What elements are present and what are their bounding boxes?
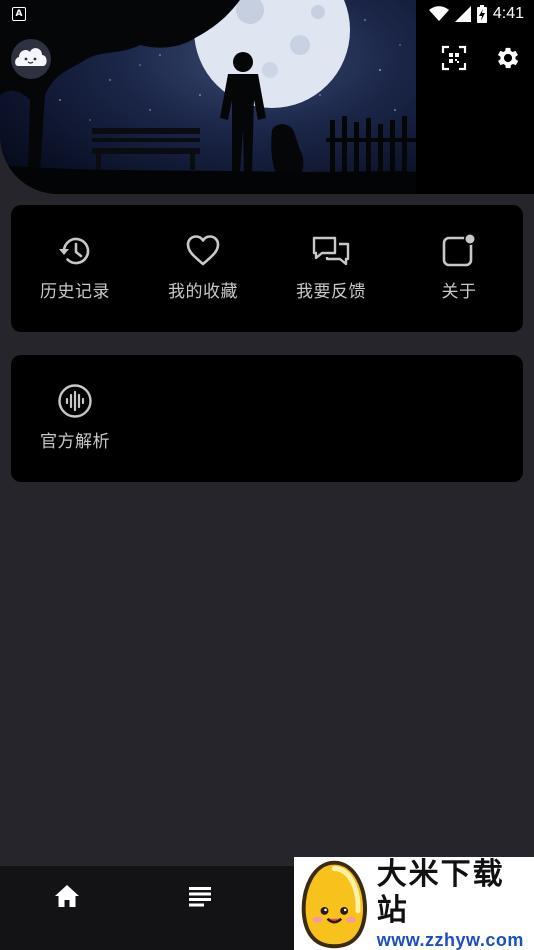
gear-icon xyxy=(497,47,519,69)
official-analysis-label: 官方解析 xyxy=(40,432,110,452)
sound-wave-icon xyxy=(58,384,92,418)
status-bar: A 4:41 xyxy=(0,0,534,28)
header-banner xyxy=(0,0,534,194)
nav-home[interactable] xyxy=(0,866,133,950)
watermark-url: www.zzhyw.com xyxy=(376,929,524,950)
status-right: 4:41 xyxy=(428,5,524,23)
status-time: 4:41 xyxy=(492,5,524,22)
notification-square-icon xyxy=(442,233,476,267)
watermark-title: 大米下载站 xyxy=(376,856,505,928)
about-button[interactable]: 关于 xyxy=(395,205,523,332)
scan-button[interactable] xyxy=(440,44,468,72)
app-root: A 4:41 历史记录 我的收藏 我要反馈 关于 官方解析 大米下载站 www.… xyxy=(0,0,534,950)
tools-row: 官方解析 xyxy=(11,355,523,482)
qr-scan-icon xyxy=(441,45,467,71)
rice-grain-mascot-logo xyxy=(301,860,367,948)
site-watermark: 大米下载站 www.zzhyw.com xyxy=(294,857,534,950)
cloud-avatar-icon xyxy=(11,39,51,79)
avatar[interactable] xyxy=(10,38,52,80)
nav-list[interactable] xyxy=(133,866,266,950)
list-icon xyxy=(188,887,211,907)
shortcut-row: 历史记录 我的收藏 我要反馈 关于 xyxy=(11,205,523,332)
status-left: A xyxy=(12,7,26,21)
app-notification-icon: A xyxy=(12,7,26,21)
favorites-button[interactable]: 我的收藏 xyxy=(139,205,267,332)
wifi-icon xyxy=(428,6,449,21)
battery-charging-icon xyxy=(476,5,487,23)
official-analysis-button[interactable]: 官方解析 xyxy=(11,355,139,482)
settings-button[interactable] xyxy=(494,44,522,72)
favorites-label: 我的收藏 xyxy=(168,282,238,302)
watermark-text: 大米下载站 www.zzhyw.com xyxy=(377,857,534,950)
signal-icon xyxy=(454,6,471,22)
about-label: 关于 xyxy=(441,282,477,302)
heart-icon xyxy=(186,235,220,266)
shortcut-card: 历史记录 我的收藏 我要反馈 关于 xyxy=(11,205,523,332)
feedback-label: 我要反馈 xyxy=(296,282,366,302)
history-label: 历史记录 xyxy=(40,282,110,302)
history-icon xyxy=(59,237,90,265)
home-icon xyxy=(54,885,79,907)
night-scene-graphic xyxy=(0,0,416,194)
night-scene-illustration xyxy=(0,0,416,194)
header-dark-panel xyxy=(416,0,534,194)
tools-card: 官方解析 xyxy=(11,355,523,482)
history-button[interactable]: 历史记录 xyxy=(11,205,139,332)
feedback-button[interactable]: 我要反馈 xyxy=(267,205,395,332)
chat-bubbles-icon xyxy=(312,236,350,266)
